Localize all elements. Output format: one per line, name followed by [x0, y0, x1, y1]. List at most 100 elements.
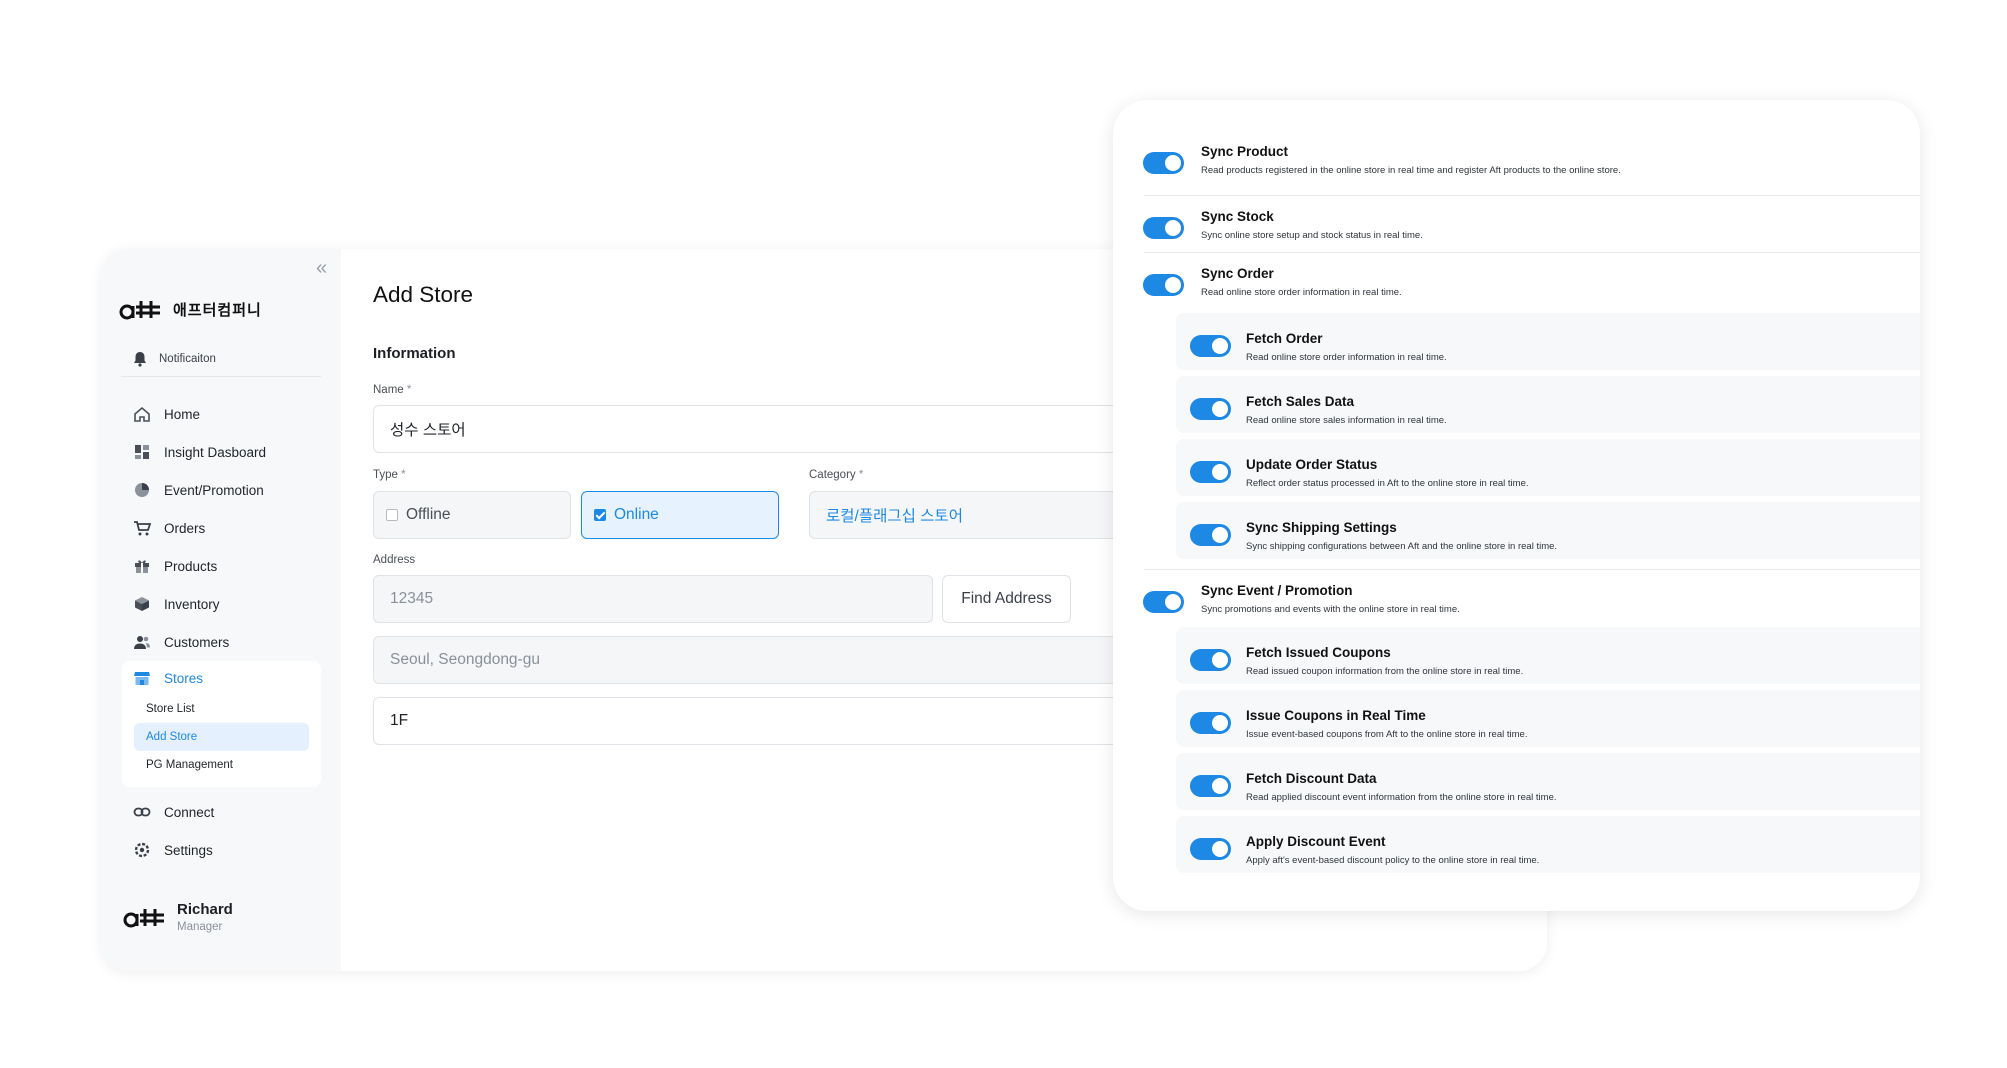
sidebar: « 애프터컴퍼니 Notificaiton Home Insight Dasbo…: [101, 249, 341, 971]
nav-item-settings[interactable]: Settings: [101, 831, 341, 869]
collapse-sidebar-icon[interactable]: «: [316, 257, 327, 280]
row-desc: Read online store sales information in r…: [1246, 415, 1447, 426]
users-icon: [134, 636, 150, 649]
store-icon: [134, 672, 150, 685]
nav-item-event-promotion[interactable]: Event/Promotion: [101, 471, 341, 509]
nav-label: Home: [164, 406, 201, 422]
dashboard-icon: [135, 445, 149, 459]
category-label: Category *: [809, 469, 863, 481]
nav-item-home[interactable]: Home: [101, 395, 341, 433]
row-desc: Sync shipping configurations between Aft…: [1246, 541, 1558, 552]
row-desc: Reflect order status processed in Aft to…: [1246, 478, 1529, 489]
gear-icon: [134, 842, 150, 858]
fetch-sales-data-toggle[interactable]: [1190, 398, 1231, 420]
name-field[interactable]: 성수 스토어: [373, 405, 1173, 453]
row-desc: Read issued coupon information from the …: [1246, 666, 1524, 677]
zip-code-input[interactable]: 12345: [373, 575, 933, 623]
address-line1-input[interactable]: Seoul, Seongdong-gu: [373, 636, 1173, 684]
sync-product-toggle[interactable]: [1143, 152, 1184, 174]
nav-label: Orders: [164, 520, 206, 536]
sub-item-pg-management[interactable]: PG Management: [122, 751, 321, 779]
page-title: Add Store: [373, 282, 474, 307]
fetch-order-row: Fetch Order Read online store order info…: [1176, 313, 1920, 370]
row-title: Sync Shipping Settings: [1246, 520, 1397, 535]
sync-stock-toggle[interactable]: [1143, 217, 1184, 239]
address-line1-placeholder: Seoul, Seongdong-gu: [390, 651, 540, 668]
sync-product-row: Sync Product Read products registered in…: [1143, 144, 1621, 176]
divider: [1144, 252, 1920, 253]
fetch-issued-coupons-toggle[interactable]: [1190, 649, 1231, 671]
option-label: Online: [614, 506, 659, 523]
notification-item[interactable]: Notificaiton: [131, 350, 216, 368]
sub-item-add-store[interactable]: Add Store: [134, 723, 309, 751]
row-desc: Read online store order information in r…: [1246, 352, 1447, 363]
stores-group: Stores Store List Add Store PG Managemen…: [122, 661, 321, 787]
row-title: Sync Event / Promotion: [1201, 583, 1353, 598]
nav-item-orders[interactable]: Orders: [101, 509, 341, 547]
nav-item-customers[interactable]: Customers: [101, 623, 341, 661]
row-desc: Read online store order information in r…: [1201, 287, 1402, 298]
nav-item-products[interactable]: Products: [101, 547, 341, 585]
fetch-issued-coupons-row: Fetch Issued Coupons Read issued coupon …: [1176, 627, 1920, 684]
category-value: 로컬/플래그십 스토어: [826, 508, 963, 525]
issue-coupons-real-time-row: Issue Coupons in Real Time Issue event-b…: [1176, 690, 1920, 747]
row-title: Fetch Sales Data: [1246, 394, 1355, 409]
address-label: Address: [373, 554, 416, 566]
divider: [1144, 195, 1920, 196]
required-mark: *: [406, 384, 412, 396]
main-nav: Home Insight Dasboard Event/Promotion Or…: [101, 395, 341, 869]
sync-event-promotion-toggle[interactable]: [1143, 591, 1184, 613]
sub-item-store-list[interactable]: Store List: [122, 695, 321, 723]
type-label-text: Type: [373, 469, 398, 481]
category-label-text: Category: [809, 469, 856, 481]
issue-coupons-real-time-toggle[interactable]: [1190, 712, 1231, 734]
nav-label: Settings: [164, 842, 213, 858]
divider: [1144, 569, 1920, 570]
row-title: Fetch Issued Coupons: [1246, 645, 1391, 660]
gift-icon: [135, 560, 149, 573]
sync-shipping-settings-toggle[interactable]: [1190, 524, 1231, 546]
nav-item-insight-dashboard[interactable]: Insight Dasboard: [101, 433, 341, 471]
fetch-order-toggle[interactable]: [1190, 335, 1231, 357]
type-label: Type *: [373, 469, 406, 481]
nav-item-stores[interactable]: Stores: [122, 661, 321, 695]
divider: [121, 376, 321, 377]
address-line2-input[interactable]: 1F: [373, 697, 1173, 745]
row-title: Update Order Status: [1246, 457, 1378, 472]
nav-label: Customers: [164, 634, 230, 650]
row-desc: Apply aft's event-based discount policy …: [1246, 855, 1540, 866]
row-title: Sync Product: [1201, 144, 1289, 159]
nav-item-connect[interactable]: Connect: [101, 793, 341, 831]
nav-label: Stores: [164, 670, 204, 686]
sync-stock-row: Sync Stock Sync online store setup and s…: [1143, 209, 1423, 241]
name-label-text: Name: [373, 384, 404, 396]
row-title: Issue Coupons in Real Time: [1246, 708, 1426, 723]
user-profile[interactable]: Richard Manager: [123, 901, 233, 933]
fetch-discount-data-toggle[interactable]: [1190, 775, 1231, 797]
update-order-status-toggle[interactable]: [1190, 461, 1231, 483]
nav-item-inventory[interactable]: Inventory: [101, 585, 341, 623]
nav-label: Connect: [164, 804, 215, 820]
sync-order-toggle[interactable]: [1143, 274, 1184, 296]
home-icon: [134, 406, 150, 422]
update-order-status-row: Update Order Status Reflect order status…: [1176, 439, 1920, 496]
row-title: Apply Discount Event: [1246, 834, 1386, 849]
type-option-offline[interactable]: Offline: [373, 491, 571, 539]
nav-label: Inventory: [164, 596, 220, 612]
row-desc: Sync promotions and events with the onli…: [1201, 604, 1460, 615]
pie-chart-icon: [135, 483, 149, 497]
cart-icon: [134, 521, 151, 536]
checkbox-checked-icon: [594, 509, 606, 521]
nav-label: Insight Dasboard: [164, 444, 267, 460]
zip-placeholder: 12345: [390, 590, 434, 607]
required-mark: *: [858, 469, 864, 481]
type-option-online[interactable]: Online: [581, 491, 779, 539]
apply-discount-event-toggle[interactable]: [1190, 838, 1231, 860]
sync-event-promotion-row: Sync Event / Promotion Sync promotions a…: [1143, 583, 1460, 615]
brand: 애프터컴퍼니: [119, 297, 262, 321]
find-address-button[interactable]: Find Address: [942, 575, 1071, 623]
row-title: Sync Order: [1201, 266, 1274, 281]
row-title: Fetch Order: [1246, 331, 1323, 346]
nav-label: Event/Promotion: [164, 482, 264, 498]
bell-icon: [134, 352, 146, 367]
